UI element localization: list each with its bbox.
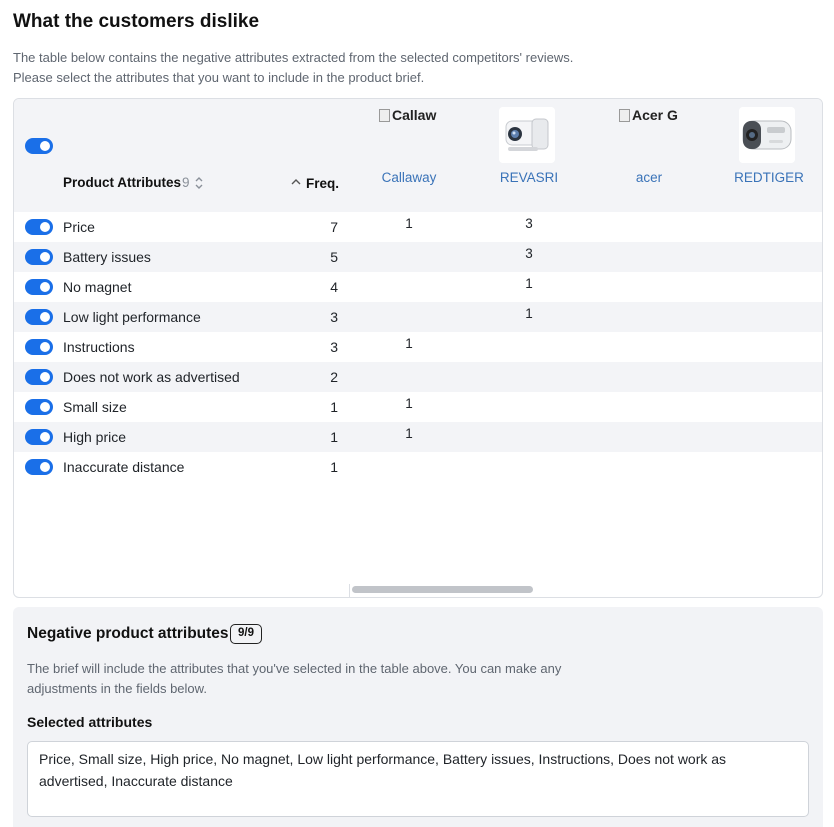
broken-image-icon <box>379 108 390 122</box>
select-all-toggle[interactable] <box>25 138 53 154</box>
attribute-frequency: 1 <box>330 459 338 475</box>
attribute-label: Inaccurate distance <box>63 459 185 475</box>
competitor-column-acer: Acer G acer <box>589 99 709 212</box>
row-toggle[interactable] <box>25 279 53 295</box>
attribute-label: No magnet <box>63 279 132 295</box>
attribute-frequency: 4 <box>330 279 338 295</box>
attribute-frequency: 2 <box>330 369 338 385</box>
attributes-table: Product Attributes 9 Freq. Callaw Callaw… <box>13 98 823 598</box>
attribute-frequency: 7 <box>330 219 338 235</box>
attribute-label: Battery issues <box>63 249 151 265</box>
table-row: Battery issues 5 3 <box>14 242 822 272</box>
competitor-column-callaway: Callaw Callaway <box>349 99 469 212</box>
selection-count-badge: 9/9 <box>230 624 262 644</box>
selected-attributes-textarea[interactable]: Price, Small size, High price, No magnet… <box>27 741 809 817</box>
row-toggle[interactable] <box>25 249 53 265</box>
broken-image-icon <box>619 108 630 122</box>
attribute-label: Low light performance <box>63 309 201 325</box>
panel-title: Negative product attributes <box>27 625 229 642</box>
competitor-link[interactable]: acer <box>589 170 709 185</box>
attribute-label: High price <box>63 429 127 445</box>
negative-attributes-panel: Negative product attributes 9/9 The brie… <box>13 607 823 827</box>
competitor-image-alt: Callaw <box>392 107 437 123</box>
attribute-count: 9 <box>182 175 190 190</box>
table-row: No magnet 4 1 <box>14 272 822 302</box>
attribute-frequency: 1 <box>330 399 338 415</box>
column-divider <box>349 584 350 597</box>
description-line-1: The table below contains the negative at… <box>13 50 574 65</box>
competitor-link[interactable]: REDTIGER <box>709 170 822 185</box>
competitor-count: 1 <box>525 306 533 321</box>
row-toggle[interactable] <box>25 339 53 355</box>
competitor-column-redtiger: REDTIGER <box>709 99 822 212</box>
competitor-link[interactable]: Callaway <box>349 170 469 185</box>
row-toggle[interactable] <box>25 459 53 475</box>
competitor-count: 1 <box>405 216 413 231</box>
row-toggle[interactable] <box>25 309 53 325</box>
competitor-image-broken: Callaw <box>379 107 436 123</box>
attribute-frequency: 5 <box>330 249 338 265</box>
sort-up-icon[interactable] <box>291 177 301 187</box>
row-toggle[interactable] <box>25 429 53 445</box>
table-row: High price 1 1 <box>14 422 822 452</box>
panel-description: The brief will include the attributes th… <box>27 661 562 696</box>
attribute-label: Small size <box>63 399 127 415</box>
table-row: Price 7 1 3 <box>14 212 822 242</box>
product-attributes-header[interactable]: Product Attributes <box>63 175 181 190</box>
competitor-count: 3 <box>525 216 533 231</box>
selected-attributes-label: Selected attributes <box>27 714 153 730</box>
table-row: Does not work as advertised 2 <box>14 362 822 392</box>
sort-updown-icon[interactable] <box>194 175 204 191</box>
competitor-link[interactable]: REVASRI <box>469 170 589 185</box>
competitor-count: 3 <box>525 246 533 261</box>
description-line-2: Please select the attributes that you wa… <box>13 70 425 85</box>
row-toggle[interactable] <box>25 399 53 415</box>
attribute-frequency: 3 <box>330 339 338 355</box>
page-description: The table below contains the negative at… <box>13 48 573 88</box>
attribute-label: Price <box>63 219 95 235</box>
rangefinder-product-image <box>499 107 555 163</box>
horizontal-scrollbar[interactable] <box>352 586 533 593</box>
attribute-label: Does not work as advertised <box>63 369 240 385</box>
row-toggle[interactable] <box>25 219 53 235</box>
table-row: Inaccurate distance 1 <box>14 452 822 482</box>
table-row: Low light performance 3 1 <box>14 302 822 332</box>
competitor-count: 1 <box>405 336 413 351</box>
attribute-label: Instructions <box>63 339 135 355</box>
competitor-image-broken: Acer G <box>619 107 678 123</box>
attribute-frequency: 1 <box>330 429 338 445</box>
freq-header[interactable]: Freq. <box>306 176 339 191</box>
row-toggle[interactable] <box>25 369 53 385</box>
competitor-count: 1 <box>525 276 533 291</box>
competitor-count: 1 <box>405 396 413 411</box>
rangefinder-product-image <box>739 107 795 163</box>
attribute-frequency: 3 <box>330 309 338 325</box>
table-row: Small size 1 1 <box>14 392 822 422</box>
competitor-count: 1 <box>405 426 413 441</box>
competitor-column-revasri: REVASRI <box>469 99 589 212</box>
table-row: Instructions 3 1 <box>14 332 822 362</box>
page-title: What the customers dislike <box>13 11 260 32</box>
competitor-image-alt: Acer G <box>632 107 678 123</box>
